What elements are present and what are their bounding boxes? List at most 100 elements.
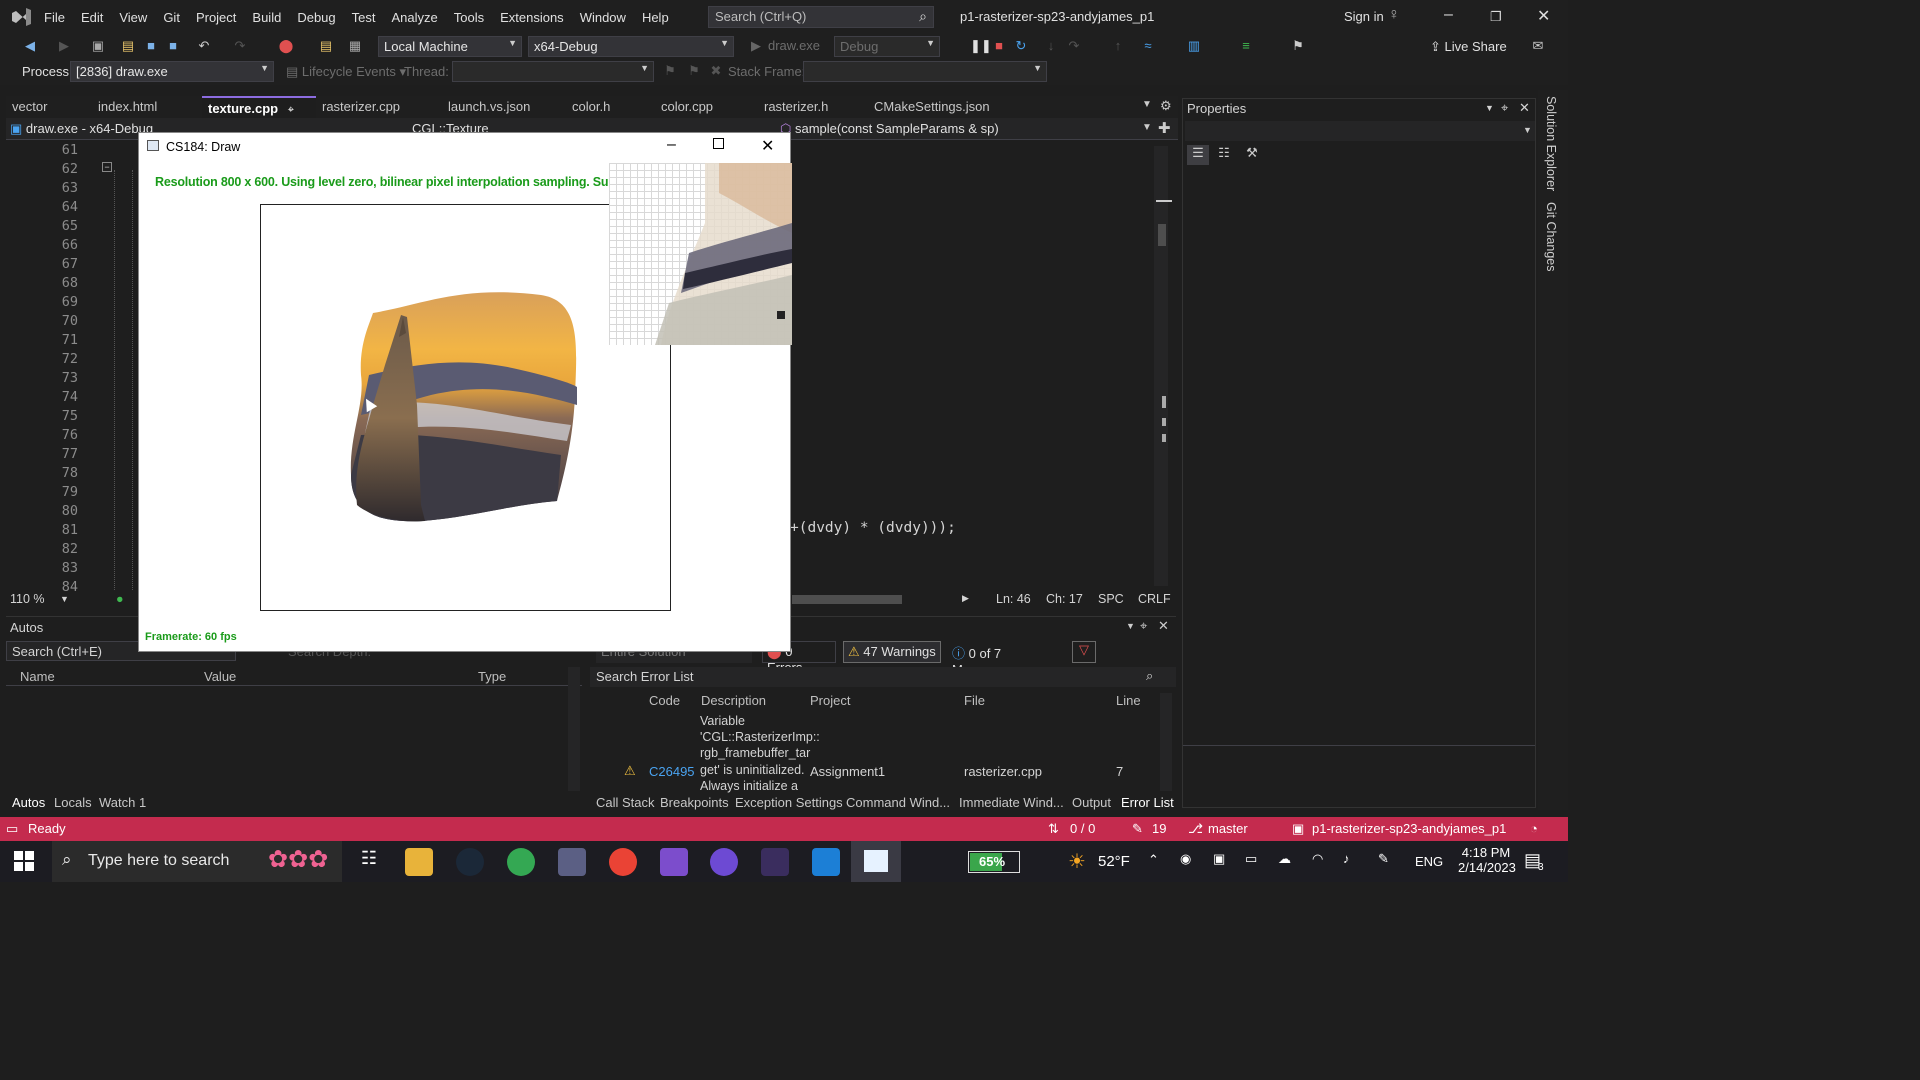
lifecycle-events-button[interactable]: ▤ Lifecycle Events ▾ — [286, 64, 406, 80]
menu-file[interactable]: File — [36, 10, 73, 25]
menu-git[interactable]: Git — [155, 10, 188, 25]
line-indicator[interactable]: Ln: 46 — [996, 592, 1031, 606]
camera-icon[interactable]: ▣ — [1213, 851, 1225, 867]
process-select[interactable]: [2836] draw.exe ▼ — [70, 61, 274, 82]
tab-color-cpp[interactable]: color.cpp — [655, 96, 758, 118]
horizontal-scrollbar-thumb[interactable] — [792, 595, 902, 604]
line-ending-indicator[interactable]: CRLF — [1138, 592, 1171, 606]
language-indicator[interactable]: ENG — [1415, 854, 1443, 869]
tab-immediate-window[interactable]: Immediate Wind... — [959, 795, 1064, 810]
pin-icon[interactable]: ⌖ — [1501, 100, 1508, 116]
restore-icon[interactable]: ❐ — [1490, 9, 1502, 25]
pin-icon[interactable]: ⌖ — [1140, 618, 1147, 634]
terminal-icon[interactable] — [761, 848, 789, 876]
tab-exception-settings[interactable]: Exception Settings — [735, 795, 843, 810]
visual-studio-icon[interactable] — [660, 848, 688, 876]
chrome-profile-icon[interactable] — [609, 848, 637, 876]
tab-error-list[interactable]: Error List — [1121, 795, 1174, 810]
close-icon[interactable]: ✕ — [1537, 6, 1550, 26]
bookmark-icon[interactable]: ⚑ — [1290, 38, 1306, 54]
tab-launch-vs-json[interactable]: launch.vs.json — [442, 96, 566, 118]
column-type[interactable]: Type — [478, 669, 506, 684]
debug-target-select[interactable]: Local Machine ▼ — [378, 36, 522, 57]
column-indicator[interactable]: Ch: 17 — [1046, 592, 1083, 606]
folder-icon[interactable]: ▤ — [318, 38, 334, 54]
tab-autos[interactable]: Autos — [12, 795, 45, 810]
account-icon[interactable]: ♀ — [1388, 6, 1400, 24]
clock[interactable]: 4:18 PM 2/14/2023 — [1458, 845, 1516, 875]
categorized-icon[interactable]: ☰ — [1187, 145, 1209, 165]
git-changes-tab[interactable]: Git Changes — [1544, 202, 1558, 271]
battery-indicator[interactable]: 65% — [968, 851, 1020, 873]
startup-icon[interactable]: ▦ — [347, 38, 363, 54]
project-dropdown[interactable]: ▣ draw.exe - x64-Debug — [10, 121, 153, 137]
draw-window-titlebar[interactable]: CS184: Draw – ✕ — [139, 133, 790, 161]
photos-icon[interactable] — [812, 848, 840, 876]
thread-select[interactable]: ▼ — [452, 61, 654, 82]
tab-vector[interactable]: vector — [6, 96, 92, 118]
flag-thread-icon[interactable]: ⚑ — [662, 63, 678, 79]
column-project[interactable]: Project — [810, 693, 850, 708]
stack-frame-select[interactable]: ▼ — [803, 61, 1047, 82]
editor-scrollbar[interactable] — [1154, 146, 1172, 586]
step-out-icon[interactable]: ↑ — [1110, 38, 1126, 54]
restart-icon[interactable]: ↻ — [1013, 38, 1029, 54]
sign-in-link[interactable]: Sign in — [1344, 9, 1384, 24]
save-icon[interactable]: ■ — [143, 38, 159, 54]
repo-name[interactable]: p1-rasterizer-sp23-andyjames_p1 — [1312, 821, 1506, 836]
record-icon[interactable]: ◉ — [1180, 851, 1191, 867]
column-name[interactable]: Name — [20, 669, 55, 684]
tab-command-window[interactable]: Command Wind... — [846, 795, 950, 810]
draw-app-window[interactable]: CS184: Draw – ✕ Resolution 800 x 600. Us… — [138, 132, 792, 652]
step-into-icon[interactable]: ↓ — [1043, 38, 1059, 54]
pause-icon[interactable]: ❚❚ — [970, 38, 992, 54]
redo-icon[interactable]: ↷ — [232, 38, 248, 54]
wifi-icon[interactable]: ◠ — [1312, 851, 1323, 867]
pin-icon[interactable]: ⌖ — [288, 104, 294, 116]
table-row[interactable]: Variable 'CGL::RasterizerImp:: rgb_frame… — [590, 711, 1176, 793]
property-pages-icon[interactable]: ⚒ — [1241, 145, 1263, 165]
whitespace-indicator[interactable]: SPC — [1098, 592, 1124, 606]
column-file[interactable]: File — [964, 693, 985, 708]
feedback-icon[interactable]: ✉ — [1530, 38, 1546, 54]
menu-debug[interactable]: Debug — [289, 10, 343, 25]
scroll-right-icon[interactable]: ▶ — [962, 593, 969, 604]
menu-window[interactable]: Window — [572, 10, 634, 25]
menu-project[interactable]: Project — [188, 10, 244, 25]
tab-call-stack[interactable]: Call Stack — [596, 795, 655, 810]
weather-temp[interactable]: 52°F — [1098, 853, 1130, 870]
notifications-bell-icon[interactable]: ◔ — [1530, 821, 1538, 836]
tab-color-h[interactable]: color.h — [566, 96, 655, 118]
start-icon[interactable]: ▶ — [748, 38, 764, 54]
show-flagged-icon[interactable]: ⚑ — [686, 63, 702, 79]
search-input[interactable]: Search (Ctrl+Q) ⌕ — [708, 6, 934, 28]
tab-list-dropdown-icon[interactable]: ▼ — [1142, 99, 1152, 110]
configuration-select[interactable]: x64-Debug ▼ — [528, 36, 734, 57]
column-value[interactable]: Value — [204, 669, 236, 684]
tab-rasterizer-h[interactable]: rasterizer.h — [758, 96, 868, 118]
chrome-icon[interactable] — [507, 848, 535, 876]
notification-icon[interactable]: ▭ — [6, 821, 18, 837]
tab-rasterizer-cpp[interactable]: rasterizer.cpp — [316, 96, 442, 118]
messages-filter-button[interactable]: ⓘ 0 of 7 Messages — [948, 641, 1066, 677]
discord-icon[interactable] — [710, 848, 738, 876]
task-view-icon[interactable]: ☷ — [355, 848, 383, 876]
hot-reload-icon[interactable]: ⬤ — [278, 38, 294, 54]
open-folder-icon[interactable]: ▤ — [120, 38, 136, 54]
comment-icon[interactable]: ≡ — [1238, 38, 1254, 54]
chevron-down-icon[interactable]: ▼ — [60, 594, 69, 604]
collapse-icon[interactable]: − — [102, 162, 112, 172]
steam-icon[interactable] — [456, 848, 484, 876]
windows-start-icon[interactable] — [14, 851, 34, 871]
tab-cmakesettings-json[interactable]: CMakeSettings.json — [868, 96, 1024, 118]
battery-icon[interactable]: ▭ — [1245, 851, 1257, 867]
tab-locals[interactable]: Locals — [54, 795, 92, 810]
hex-icon[interactable]: ≈ — [1140, 38, 1156, 54]
menu-analyze[interactable]: Analyze — [383, 10, 445, 25]
split-icon[interactable]: ✚ — [1158, 119, 1171, 137]
warnings-filter-button[interactable]: ⚠ 47 Warnings — [843, 641, 941, 663]
error-list-scrollbar[interactable] — [1160, 693, 1172, 791]
zoom-level[interactable]: 110 % — [10, 592, 45, 606]
undo-icon[interactable]: ↶ — [196, 38, 212, 54]
active-app-highlight[interactable] — [851, 841, 901, 882]
